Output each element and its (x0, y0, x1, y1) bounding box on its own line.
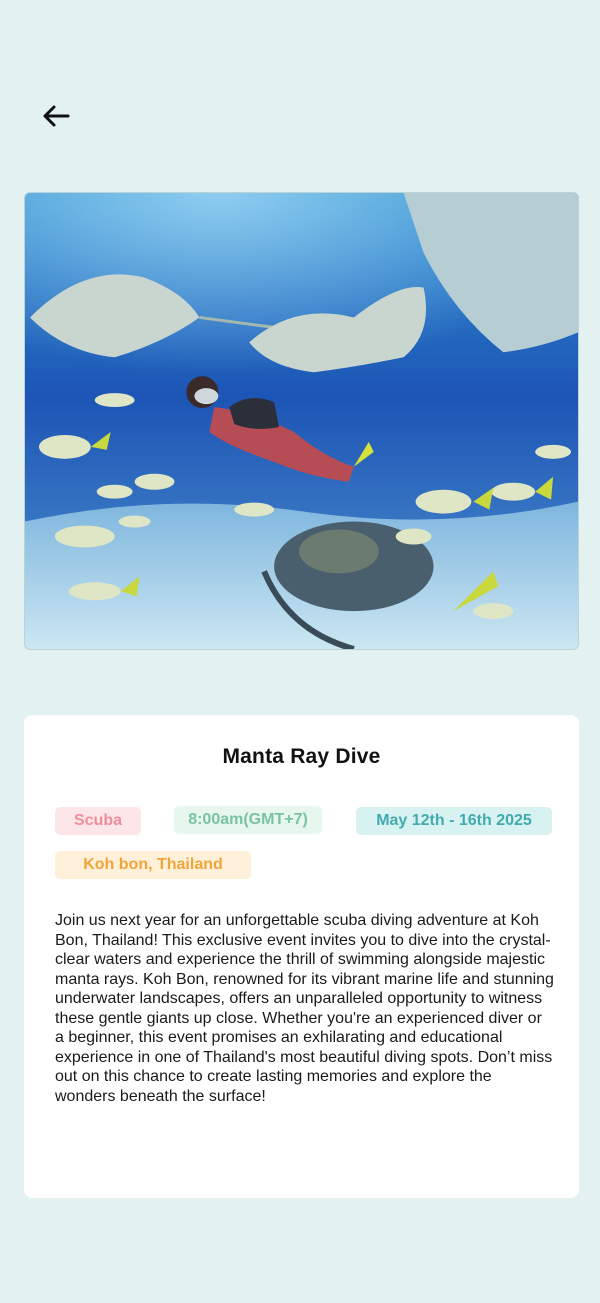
event-description: Join us next year for an unforgettable s… (55, 912, 554, 1105)
time-tag: 8:00am(GMT+7) (174, 806, 322, 834)
event-title: Manta Ray Dive (222, 745, 381, 768)
event-details-card: Manta Ray Dive Scuba 8:00am(GMT+7) May 1… (24, 715, 579, 1198)
event-photo (24, 192, 579, 650)
category-tag: Scuba (55, 807, 141, 835)
date-tag: May 12th - 16th 2025 (356, 807, 552, 835)
arrow-left-icon (43, 105, 70, 127)
back-button[interactable] (38, 100, 74, 132)
underwater-photo (25, 193, 578, 649)
location-tag: Koh bon, Thailand (55, 851, 251, 879)
